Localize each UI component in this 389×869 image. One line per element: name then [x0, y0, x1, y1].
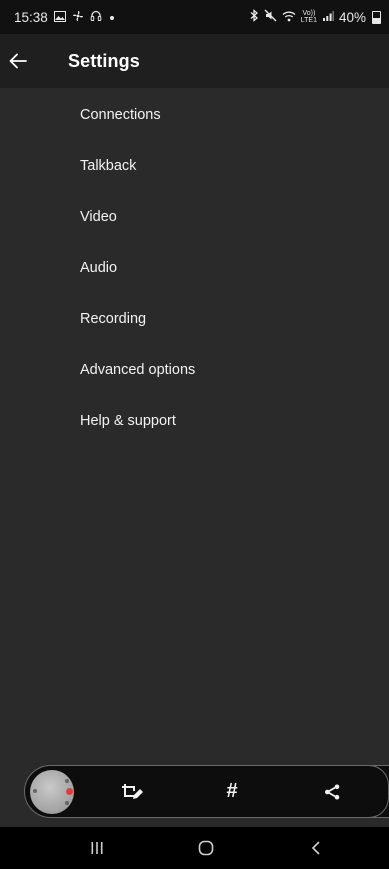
home-icon: [198, 840, 214, 856]
settings-item-connections[interactable]: Connections: [0, 89, 389, 140]
recents-button[interactable]: [67, 827, 127, 869]
knob-dot-icon: [65, 779, 69, 783]
settings-item-audio[interactable]: Audio: [0, 242, 389, 293]
camera-knob-button[interactable]: [30, 770, 74, 814]
gallery-icon: [53, 10, 66, 25]
bluetooth-icon: [249, 9, 259, 25]
hashtag-button[interactable]: #: [212, 765, 252, 818]
signal-icon: [322, 10, 334, 25]
page-title: Settings: [68, 50, 140, 71]
recents-icon: [91, 842, 103, 854]
crop-edit-button[interactable]: [112, 765, 152, 818]
record-indicator-icon: [66, 788, 73, 795]
wifi-icon: [282, 10, 296, 25]
settings-item-talkback[interactable]: Talkback: [0, 140, 389, 191]
share-button[interactable]: [312, 765, 352, 818]
settings-list: Connections Talkback Video Audio Recordi…: [0, 88, 389, 446]
status-bar: 15:38 Vo)) LTE1 40%: [0, 0, 389, 34]
battery-icon: [372, 10, 381, 24]
hashtag-icon: #: [226, 780, 238, 802]
system-nav-bar: [0, 827, 389, 869]
knob-dot-icon: [65, 801, 69, 805]
settings-item-advanced-options[interactable]: Advanced options: [0, 344, 389, 395]
crop-edit-icon: [122, 783, 143, 799]
settings-item-help-support[interactable]: Help & support: [0, 395, 389, 446]
back-nav-button[interactable]: [286, 827, 346, 869]
status-time: 15:38: [14, 9, 48, 25]
home-button[interactable]: [176, 827, 236, 869]
battery-percent: 40%: [338, 9, 366, 25]
arrow-left-icon: [9, 53, 27, 69]
app-bar: Settings: [0, 34, 389, 88]
status-bar-left: 15:38: [14, 10, 116, 25]
status-bar-right: Vo)) LTE1 40%: [249, 9, 381, 25]
volte-top-text: Vo)): [302, 10, 316, 17]
back-chevron-icon: [311, 841, 320, 855]
mute-icon: [264, 9, 277, 25]
dot-icon: [108, 10, 116, 25]
settings-item-video[interactable]: Video: [0, 191, 389, 242]
settings-item-recording[interactable]: Recording: [0, 293, 389, 344]
headset-icon: [90, 10, 102, 25]
volte-icon: Vo)) LTE1: [301, 10, 317, 24]
volte-bottom-text: LTE1: [300, 17, 317, 24]
fan-icon: [72, 10, 84, 25]
knob-dot-icon: [33, 789, 37, 793]
share-icon: [325, 784, 340, 799]
back-button[interactable]: [0, 34, 46, 88]
